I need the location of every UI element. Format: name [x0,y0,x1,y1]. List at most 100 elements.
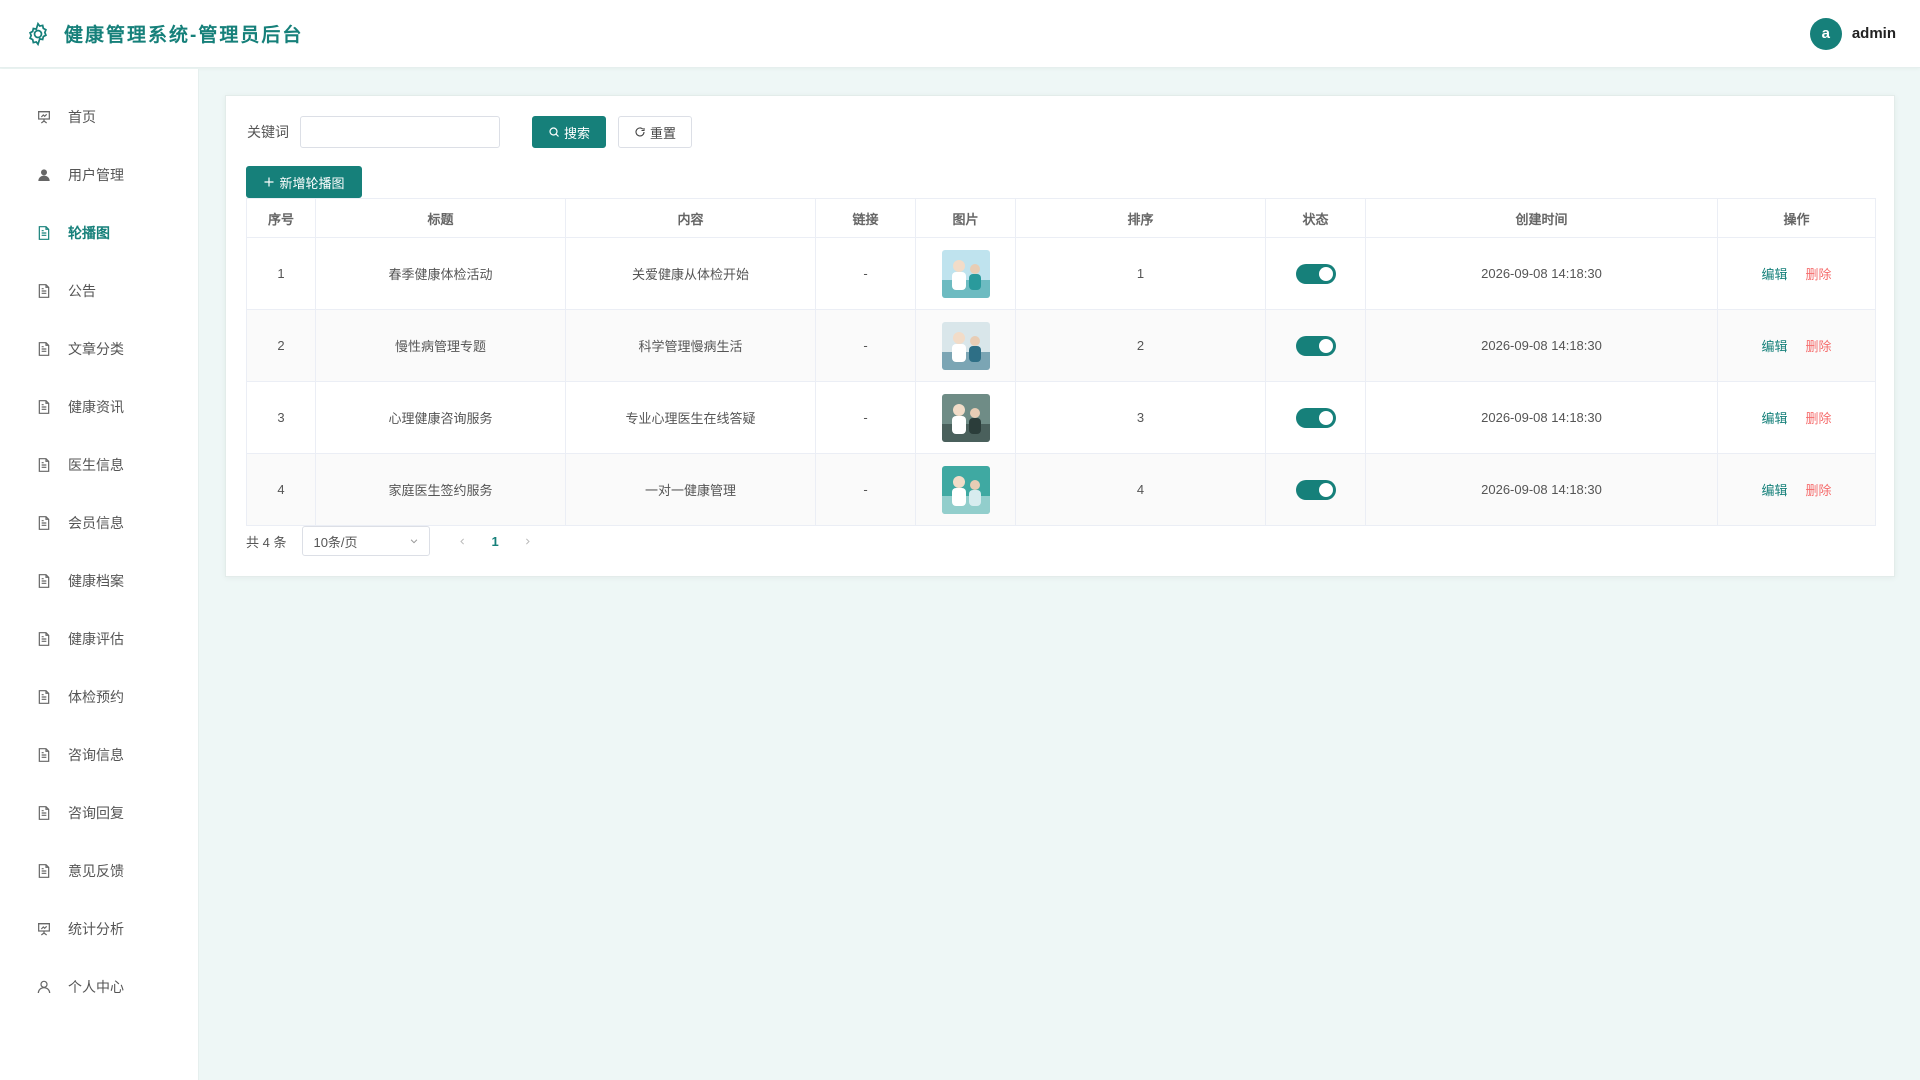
sidebar-item-3[interactable]: 公告 [0,262,198,320]
col-header-sort: 排序 [1015,198,1266,238]
sidebar-item-label: 会员信息 [68,515,124,531]
sidebar-item-label: 首页 [68,109,96,125]
col-header-content: 内容 [565,198,816,238]
presentation-icon [35,109,52,126]
cell-actions: 编辑 删除 [1717,237,1876,310]
document-icon [35,747,52,764]
sidebar-item-label: 医生信息 [68,457,124,473]
page-size-select[interactable]: 10条/页 [302,526,431,556]
sidebar-item-10[interactable]: 体检预约 [0,668,198,726]
cell-index: 3 [246,381,316,454]
document-icon [35,631,52,648]
edit-button[interactable]: 编辑 [1761,483,1787,498]
col-header-created: 创建时间 [1365,198,1718,238]
cell-created: 2026-09-08 14:18:30 [1365,237,1718,310]
sidebar-item-5[interactable]: 健康资讯 [0,378,198,436]
delete-button[interactable]: 删除 [1806,339,1832,354]
prev-page-icon[interactable] [458,534,467,549]
keyword-label: 关键词 [247,124,289,140]
table-row: 2 慢性病管理专题 科学管理慢病生活 -2 2026-09-08 14:18:30 编辑删… [246,309,1876,382]
cell-link: - [815,237,916,310]
delete-button[interactable]: 删除 [1806,411,1832,426]
plus-icon [264,177,274,187]
sidebar-item-0[interactable]: 首页 [0,88,198,146]
sidebar-item-12[interactable]: 咨询回复 [0,784,198,842]
edit-button[interactable]: 编辑 [1761,339,1787,354]
status-toggle[interactable] [1295,335,1336,356]
sidebar-item-label: 公告 [68,283,96,299]
sidebar-item-label: 健康档案 [68,573,124,589]
document-icon [35,515,52,532]
sidebar-item-8[interactable]: 健康档案 [0,552,198,610]
cell-status [1265,453,1366,526]
status-toggle[interactable] [1295,479,1336,500]
sidebar-item-15[interactable]: 个人中心 [0,958,198,1016]
user-menu[interactable]: a admin [1809,17,1896,50]
cell-sort: 4 [1015,453,1266,526]
sidebar-item-label: 咨询信息 [68,747,124,763]
edit-button[interactable]: 编辑 [1761,411,1787,426]
main-panel: 关键词 搜索 重置 新增轮播图 序号 标题 内容 链接 图片 排序 状态 创建时… [225,95,1895,577]
banner-thumbnail[interactable] [941,249,990,298]
document-icon [35,805,52,822]
cell-actions: 编辑 删除 [1717,309,1876,382]
cell-status [1265,237,1366,310]
sidebar-item-2[interactable]: 轮播图 [0,204,198,262]
cell-image [915,309,1016,382]
sidebar-item-6[interactable]: 医生信息 [0,436,198,494]
sidebar-item-11[interactable]: 咨询信息 [0,726,198,784]
table-row: 1 春季健康体检活动 关爱健康从体检开始 -1 2026-09-08 14:18:30 编… [246,237,1876,310]
cell-image [915,381,1016,454]
total-count: 共 4 条 [246,534,287,550]
add-banner-label: 新增轮播图 [279,175,345,191]
cell-image [915,453,1016,526]
sidebar-item-label: 个人中心 [68,979,124,995]
status-toggle[interactable] [1295,407,1336,428]
sidebar-item-1[interactable]: 用户管理 [0,146,198,204]
cell-sort: 1 [1015,237,1266,310]
cell-content: 关爱健康从体检开始 [565,237,816,310]
banner-table: 序号 标题 内容 链接 图片 排序 状态 创建时间 操作 1 春季健康体检活动 关爱… [246,198,1876,526]
reset-button[interactable]: 重置 [618,116,692,148]
sidebar-item-13[interactable]: 意见反馈 [0,842,198,900]
sidebar-item-4[interactable]: 文章分类 [0,320,198,378]
sidebar-item-9[interactable]: 健康评估 [0,610,198,668]
cell-title: 心理健康咨询服务 [315,381,566,454]
document-icon [35,457,52,474]
username[interactable]: admin [1852,25,1896,42]
search-bar: 关键词 搜索 重置 [247,116,692,148]
gear-icon [24,20,52,48]
avatar[interactable]: a [1809,17,1842,50]
sidebar-item-label: 健康资讯 [68,399,124,415]
cell-created: 2026-09-08 14:18:30 [1365,309,1718,382]
cell-created: 2026-09-08 14:18:30 [1365,381,1718,454]
presentation-icon [35,921,52,938]
cell-content: 专业心理医生在线答疑 [565,381,816,454]
banner-thumbnail[interactable] [941,321,990,370]
sidebar-item-label: 统计分析 [68,921,124,937]
delete-button[interactable]: 删除 [1806,267,1832,282]
user-filled-icon [35,167,52,184]
col-header-image: 图片 [915,198,1016,238]
edit-button[interactable]: 编辑 [1761,267,1787,282]
cell-index: 2 [246,309,316,382]
search-button[interactable]: 搜索 [532,116,606,148]
document-icon [35,689,52,706]
search-icon [549,127,559,137]
app-title: 健康管理系统-管理员后台 [64,25,304,46]
delete-button[interactable]: 删除 [1806,483,1832,498]
document-icon [35,863,52,880]
add-banner-button[interactable]: 新增轮播图 [246,166,362,198]
cell-index: 4 [246,453,316,526]
col-header-title: 标题 [315,198,566,238]
cell-status [1265,381,1366,454]
sidebar-item-14[interactable]: 统计分析 [0,900,198,958]
page-number-current[interactable]: 1 [491,534,498,549]
banner-thumbnail[interactable] [941,393,990,442]
keyword-input[interactable] [300,116,500,148]
sidebar-item-7[interactable]: 会员信息 [0,494,198,552]
banner-thumbnail[interactable] [941,465,990,514]
next-page-icon[interactable] [523,534,532,549]
sidebar-item-label: 意见反馈 [68,863,124,879]
status-toggle[interactable] [1295,263,1336,284]
